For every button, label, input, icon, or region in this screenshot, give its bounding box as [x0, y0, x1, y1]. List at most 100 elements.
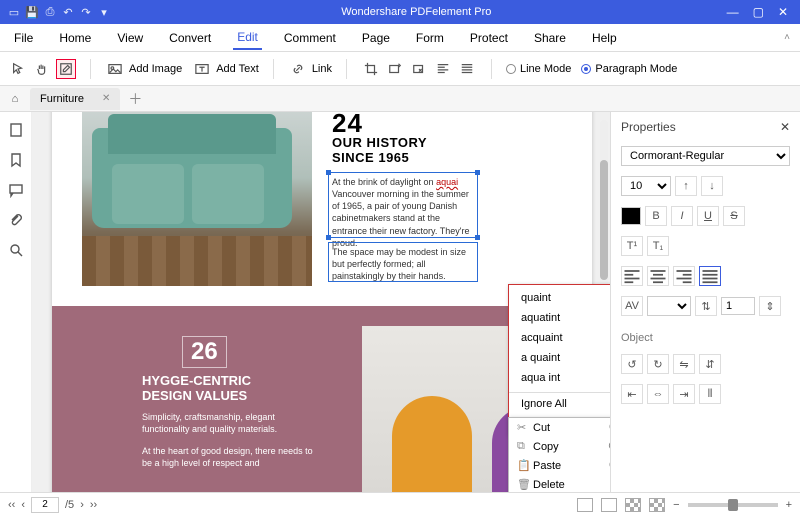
undo-icon[interactable]: ↶ [60, 4, 76, 20]
cut-item[interactable]: ✂CutCtrl+X [509, 418, 610, 437]
link-label[interactable]: Link [312, 63, 332, 75]
copy-item[interactable]: ⧉CopyCtrl+C [509, 437, 610, 456]
rotate-left-icon[interactable]: ↺ [621, 354, 643, 374]
spelling-suggestion[interactable]: quaint [509, 285, 610, 308]
decrease-font-icon[interactable]: ↓ [701, 176, 723, 196]
collapse-ribbon-icon[interactable]: ˄ [784, 32, 790, 43]
next-page-icon[interactable]: › [80, 499, 84, 511]
line-spacing-input[interactable] [721, 297, 755, 315]
char-spacing-select[interactable] [647, 296, 691, 316]
align-obj-right-icon[interactable]: ⇥ [673, 384, 695, 404]
two-page-view-icon[interactable] [625, 498, 641, 512]
flip-vertical-icon[interactable]: ⇵ [699, 354, 721, 374]
align-center-button[interactable] [647, 266, 669, 286]
font-size-select[interactable]: 10 [621, 176, 671, 196]
qat-more-icon[interactable]: ▾ [96, 4, 112, 20]
add-text-icon[interactable] [192, 59, 212, 79]
menu-edit[interactable]: Edit [233, 26, 262, 50]
bookmarks-icon[interactable] [8, 152, 24, 168]
new-tab-icon[interactable]: ＋ [128, 89, 142, 109]
align-obj-left-icon[interactable]: ⇤ [621, 384, 643, 404]
menu-page[interactable]: Page [358, 27, 394, 49]
spelling-suggestion[interactable]: aquatint [509, 308, 610, 328]
menu-comment[interactable]: Comment [280, 27, 340, 49]
attachments-icon[interactable] [8, 212, 24, 228]
add-image-icon[interactable] [105, 59, 125, 79]
bold-button[interactable]: B [645, 206, 667, 226]
first-page-icon[interactable]: ‹‹ [8, 499, 15, 511]
spelling-suggestion[interactable]: aqua int [509, 368, 610, 391]
document-canvas[interactable]: 24 OUR HISTORY SINCE 1965 At the brink o… [32, 112, 610, 492]
italic-button[interactable]: I [671, 206, 693, 226]
zoom-slider[interactable] [688, 503, 778, 507]
align-obj-center-icon[interactable]: ⇔ [647, 384, 669, 404]
align-justify-button[interactable] [699, 266, 721, 286]
align-right-button[interactable] [673, 266, 695, 286]
line-spacing-icon[interactable]: ⇅ [695, 296, 717, 316]
text-selection-box[interactable] [328, 242, 478, 282]
spelling-suggestion[interactable]: a quaint [509, 348, 610, 368]
delete-item[interactable]: 🗑DeleteDel [509, 475, 610, 492]
print-icon[interactable]: ⎙ [42, 4, 58, 20]
continuous-view-icon[interactable] [601, 498, 617, 512]
distribute-icon[interactable]: ⫴ [699, 384, 721, 404]
zoom-out-icon[interactable]: − [673, 499, 679, 511]
menu-help[interactable]: Help [588, 27, 621, 49]
align-left-icon[interactable] [433, 59, 453, 79]
subscript-button[interactable]: T₁ [647, 236, 669, 256]
paste-item[interactable]: 📋PasteCtrl+V [509, 456, 610, 475]
zoom-in-icon[interactable]: + [786, 499, 792, 511]
select-tool-icon[interactable] [8, 59, 28, 79]
redo-icon[interactable]: ↷ [78, 4, 94, 20]
underline-button[interactable]: U [697, 206, 719, 226]
font-family-select[interactable]: Cormorant-Regular [621, 146, 790, 166]
comments-icon[interactable] [8, 182, 24, 198]
close-tab-icon[interactable]: ✕ [102, 93, 110, 104]
close-panel-icon[interactable]: ✕ [780, 120, 790, 134]
two-page-continuous-icon[interactable] [649, 498, 665, 512]
minimize-icon[interactable]: — [727, 5, 739, 19]
menu-convert[interactable]: Convert [165, 27, 215, 49]
text-selection-box[interactable] [328, 172, 478, 238]
link-icon[interactable] [288, 59, 308, 79]
menu-form[interactable]: Form [412, 27, 448, 49]
last-page-icon[interactable]: ›› [90, 499, 97, 511]
hand-tool-icon[interactable] [32, 59, 52, 79]
thumbnails-icon[interactable] [8, 122, 24, 138]
font-color-swatch[interactable] [621, 207, 641, 225]
scrollbar-thumb[interactable] [600, 160, 608, 280]
search-icon[interactable] [8, 242, 24, 258]
document-tab[interactable]: Furniture ✕ [30, 88, 120, 110]
home-tab-icon[interactable]: ⌂ [6, 90, 24, 108]
superscript-button[interactable]: T¹ [621, 236, 643, 256]
close-icon[interactable]: ✕ [778, 5, 788, 19]
flip-horizontal-icon[interactable]: ⇋ [673, 354, 695, 374]
prev-page-icon[interactable]: ‹ [21, 499, 25, 511]
rotate-right-icon[interactable]: ↻ [647, 354, 669, 374]
extract-image-icon[interactable] [409, 59, 429, 79]
char-spacing-icon[interactable]: AV [621, 296, 643, 316]
menu-file[interactable]: File [10, 27, 37, 49]
spacing-stepper-icon[interactable]: ⇕ [759, 296, 781, 316]
crop-icon[interactable] [361, 59, 381, 79]
page-number-input[interactable] [31, 497, 59, 513]
menu-view[interactable]: View [113, 27, 147, 49]
open-icon[interactable]: ▭ [6, 4, 22, 20]
spelling-suggestion[interactable]: acquaint [509, 328, 610, 348]
slider-knob[interactable] [728, 499, 738, 511]
add-image-label[interactable]: Add Image [129, 63, 182, 75]
save-icon[interactable]: 💾 [24, 4, 40, 20]
paragraph-mode-radio[interactable]: Paragraph Mode [581, 63, 677, 75]
strikethrough-button[interactable]: S [723, 206, 745, 226]
ignore-all-item[interactable]: Ignore All [509, 394, 610, 414]
menu-protect[interactable]: Protect [466, 27, 512, 49]
edit-text-tool-icon[interactable] [56, 59, 76, 79]
single-page-view-icon[interactable] [577, 498, 593, 512]
maximize-icon[interactable]: ▢ [753, 5, 764, 19]
align-options-icon[interactable] [457, 59, 477, 79]
line-mode-radio[interactable]: Line Mode [506, 63, 571, 75]
add-text-label[interactable]: Add Text [216, 63, 259, 75]
align-left-button[interactable] [621, 266, 643, 286]
increase-font-icon[interactable]: ↑ [675, 176, 697, 196]
menu-home[interactable]: Home [55, 27, 95, 49]
